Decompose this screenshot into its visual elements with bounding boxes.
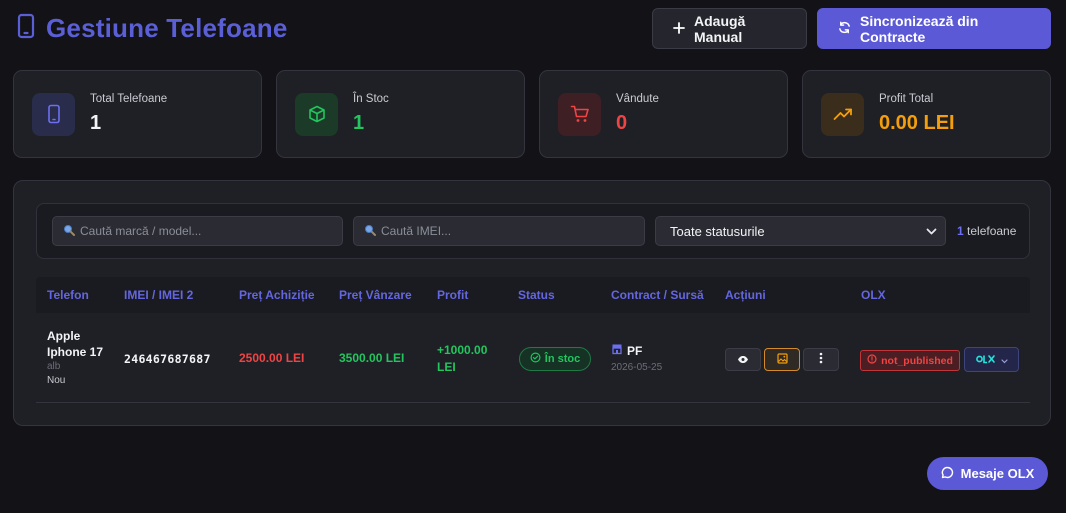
column-header[interactable]: Status bbox=[518, 288, 555, 302]
more-vertical-icon bbox=[819, 351, 823, 369]
sync-contracts-button[interactable]: Sincronizează din Contracte bbox=[817, 8, 1051, 49]
refresh-icon bbox=[838, 21, 851, 37]
phone-color: alb bbox=[47, 361, 61, 372]
contract-date: 2026-05-25 bbox=[611, 362, 663, 373]
page-title: Gestiune Telefoane bbox=[46, 13, 288, 43]
olx-logo-icon bbox=[975, 351, 996, 369]
phone-icon bbox=[16, 13, 36, 44]
title-wrap: Gestiune Telefoane bbox=[16, 13, 288, 44]
phone-brand: Apple bbox=[47, 329, 81, 343]
stat-card-profit: Profit Total 0.00 LEI bbox=[802, 70, 1051, 158]
olx-messages-label: Mesaje OLX bbox=[960, 466, 1035, 481]
profit-cell: +1000.00 LEI bbox=[437, 342, 487, 376]
status-label: În stoc bbox=[544, 353, 581, 365]
add-manual-button[interactable]: Adaugă Manual bbox=[652, 8, 807, 49]
images-button[interactable] bbox=[764, 348, 800, 371]
status-filter-select[interactable]: Toate statusurile bbox=[655, 216, 946, 246]
stat-label: În Stoc bbox=[353, 93, 389, 105]
purchase-price: 2500.00 LEI bbox=[239, 351, 305, 365]
stat-label: Profit Total bbox=[879, 93, 934, 105]
chevron-down-icon bbox=[926, 224, 937, 239]
stat-value: 0 bbox=[616, 112, 628, 134]
filters-bar: Caută marcă / model... Caută IMEI... Toa… bbox=[36, 203, 1030, 259]
search-icon bbox=[63, 224, 75, 239]
stat-card-sold: Vândute 0 bbox=[539, 70, 788, 158]
phones-count: 1 telefoane bbox=[957, 224, 1016, 238]
stats-row: Total Telefoane 1 În Stoc 1 Vândute 0 Pr… bbox=[13, 70, 1051, 158]
olx-status-label: not_published bbox=[881, 354, 953, 367]
profit-value: +1000.00 bbox=[437, 343, 488, 357]
column-header[interactable]: Acțiuni bbox=[725, 288, 766, 302]
stat-label: Vândute bbox=[616, 93, 659, 105]
profit-unit: LEI bbox=[437, 360, 456, 374]
view-button[interactable] bbox=[725, 348, 761, 371]
olx-menu-button[interactable] bbox=[964, 347, 1019, 372]
stat-value: 1 bbox=[90, 112, 102, 134]
phones-count-label: telefoane bbox=[967, 224, 1017, 238]
stat-label: Total Telefoane bbox=[90, 93, 168, 105]
message-icon bbox=[941, 466, 954, 482]
phones-count-number: 1 bbox=[957, 224, 964, 238]
search-imei-input[interactable]: Caută IMEI... bbox=[353, 216, 645, 246]
stat-card-total: Total Telefoane 1 bbox=[13, 70, 262, 158]
phone-icon bbox=[32, 92, 75, 136]
sale-price: 3500.00 LEI bbox=[339, 351, 405, 365]
stat-card-in-stock: În Stoc 1 bbox=[276, 70, 525, 158]
phone-model: Iphone 17 bbox=[47, 345, 104, 359]
add-manual-label: Adaugă Manual bbox=[694, 12, 746, 45]
column-header[interactable]: Telefon bbox=[47, 288, 89, 302]
plus-icon bbox=[673, 21, 685, 37]
box-icon bbox=[295, 92, 338, 136]
contract-cell: PF 2026-05-25 bbox=[611, 343, 663, 374]
column-header[interactable]: Contract / Sursă bbox=[611, 288, 704, 302]
status-filter-value: Toate statusurile bbox=[670, 223, 765, 239]
imei-value: 246467687687 bbox=[124, 352, 211, 366]
store-icon bbox=[611, 343, 623, 358]
cart-icon bbox=[558, 92, 601, 136]
phones-panel: Caută marcă / model... Caută IMEI... Toa… bbox=[13, 180, 1051, 426]
table-header: Telefon IMEI / IMEI 2 Preț Achiziție Pre… bbox=[36, 277, 1030, 313]
olx-messages-button[interactable]: Mesaje OLX bbox=[927, 457, 1048, 490]
search-brand-input[interactable]: Caută marcă / model... bbox=[52, 216, 343, 246]
column-header[interactable]: IMEI / IMEI 2 bbox=[124, 288, 193, 302]
eye-icon bbox=[737, 351, 749, 369]
image-icon bbox=[776, 351, 788, 369]
page-header: Gestiune Telefoane Adaugă Manual Sincron… bbox=[16, 8, 1051, 49]
contract-type: PF bbox=[627, 343, 643, 358]
status-badge: În stoc bbox=[519, 347, 591, 371]
header-actions: Adaugă Manual Sincronizează din Contract… bbox=[652, 8, 1051, 49]
stat-value: 1 bbox=[353, 112, 365, 134]
table-row[interactable]: Apple Iphone 17 alb Nou 246467687687 250… bbox=[36, 313, 1030, 403]
more-options-button[interactable] bbox=[803, 348, 839, 371]
check-circle-icon bbox=[530, 352, 541, 366]
search-imei-placeholder: Caută IMEI... bbox=[381, 224, 452, 238]
phone-cell: Apple Iphone 17 alb Nou bbox=[47, 328, 117, 388]
alert-circle-icon bbox=[867, 354, 877, 367]
sync-contracts-label: Sincronizează din Contracte bbox=[860, 12, 979, 45]
column-header[interactable]: Preț Achiziție bbox=[239, 288, 315, 302]
chevron-down-icon bbox=[1000, 351, 1008, 369]
column-header[interactable]: Preț Vânzare bbox=[339, 288, 412, 302]
search-brand-placeholder: Caută marcă / model... bbox=[80, 224, 202, 238]
column-header[interactable]: Profit bbox=[437, 288, 468, 302]
trending-up-icon bbox=[821, 92, 864, 136]
stat-value: 0.00 LEI bbox=[879, 112, 955, 134]
search-icon bbox=[364, 224, 376, 239]
phone-condition: Nou bbox=[47, 375, 66, 386]
column-header[interactable]: OLX bbox=[861, 288, 886, 302]
olx-status-badge: not_published bbox=[860, 350, 960, 371]
